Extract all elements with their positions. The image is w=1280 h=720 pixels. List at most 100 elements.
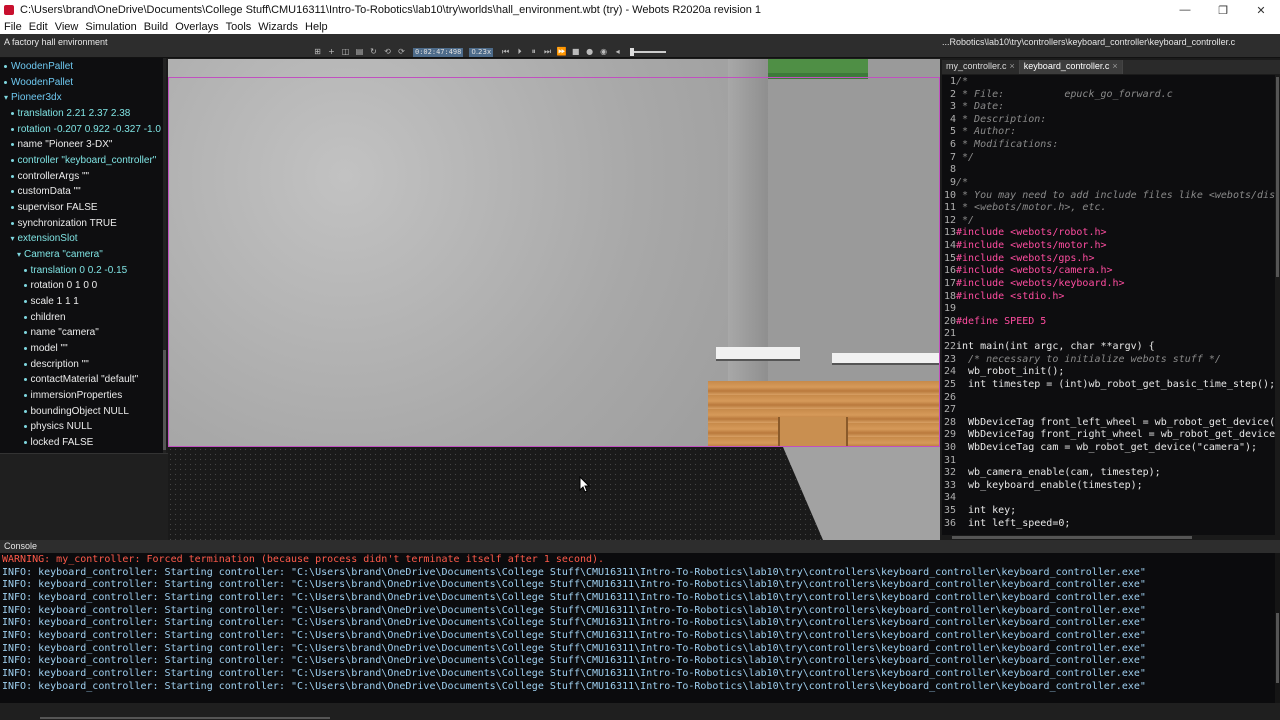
concrete-wall — [168, 59, 758, 449]
editor-tab-bar: my_controller.c × keyboard_controller.c × — [942, 60, 1280, 74]
code-text: wb_camera_enable(cam, timestep); — [956, 467, 1161, 479]
scene-tree-label: physics NULL — [30, 421, 93, 433]
expand-arrow-icon[interactable]: ▾ — [4, 90, 11, 105]
scrollbar-thumb[interactable] — [1276, 77, 1279, 277]
scene-tree-item[interactable]: rotation 0 1 0 0 — [23, 278, 97, 293]
scene-tree-scrollbar[interactable] — [163, 58, 166, 453]
3d-view[interactable] — [168, 59, 940, 540]
scene-tree-item[interactable]: controller "keyboard_controller" — [10, 153, 156, 168]
run-icon[interactable]: ⏭ — [542, 47, 553, 57]
console-hscroll-bar[interactable] — [40, 717, 330, 719]
editor-path: ...Robotics\lab10\try\controllers\keyboa… — [942, 37, 1236, 47]
line-number: 13 — [943, 227, 956, 239]
bullet-icon — [23, 378, 27, 382]
scene-tree-item[interactable]: boundingObject NULL — [23, 404, 129, 419]
add-node-icon[interactable]: + — [326, 47, 337, 57]
minimize-button[interactable]: — — [1166, 0, 1204, 20]
scene-tree-item[interactable]: rotation -0.207 0.922 -0.327 -1.0 — [10, 122, 161, 137]
menu-bar: File Edit View Simulation Build Overlays Tools… — [0, 20, 1280, 34]
code-editor[interactable]: 1/* 2 * File: epuck_go_forward.c 3 * Date:… — [942, 75, 1280, 535]
menu-item-file[interactable]: File — [4, 21, 22, 33]
menu-item-edit[interactable]: Edit — [29, 21, 48, 33]
scene-tree-label: children — [30, 311, 66, 323]
scene-tree-item[interactable]: model "" — [23, 341, 68, 356]
scene-tree-item[interactable]: name "camera" — [23, 325, 99, 340]
code-text: */ — [956, 214, 975, 226]
maximize-button[interactable]: ❐ — [1204, 0, 1242, 20]
code-text: #include <stdio.h> — [956, 290, 1065, 302]
scene-tree-item[interactable]: physics NULL — [23, 419, 93, 434]
scene-tree-item[interactable]: translation 0 0.2 -0.15 — [23, 263, 127, 278]
volume-slider[interactable] — [630, 48, 667, 56]
scene-tree-item[interactable]: ▾ Pioneer3dx — [4, 90, 62, 105]
code-text: WbDeviceTag front_left_wheel = wb_robot_… — [956, 416, 1280, 428]
expand-arrow-icon[interactable]: ▾ — [11, 231, 18, 246]
scene-tree-item[interactable]: customData "" — [10, 184, 81, 199]
menu-item-overlays[interactable]: Overlays — [175, 21, 218, 33]
scene-tree-item[interactable]: synchronization TRUE — [10, 216, 117, 231]
menu-item-simulation[interactable]: Simulation — [85, 21, 136, 33]
fast-icon[interactable]: ⏩ — [556, 47, 567, 57]
code-text: /* — [956, 76, 969, 87]
scene-tree-item[interactable]: immersionProperties — [23, 388, 122, 403]
scene-tree-item[interactable]: children — [23, 310, 66, 325]
save-world-icon[interactable]: ▤ — [354, 47, 365, 57]
scene-tree-item[interactable]: description "" — [23, 357, 89, 372]
console-line: INFO: keyboard_controller: Starting cont… — [2, 680, 1146, 692]
scene-tree-item[interactable]: ▾ Camera "camera" — [17, 247, 103, 262]
scene-tree-item[interactable]: WoodenPallet — [4, 59, 73, 74]
scene-tree-item[interactable]: name "Pioneer 3-DX" — [10, 137, 112, 152]
hide-scene-tree-icon[interactable]: ⊞ — [312, 47, 323, 57]
scene-tree-item[interactable]: supervisor FALSE — [10, 200, 98, 215]
code-text: /* — [956, 176, 969, 188]
code-line: 6 * Modifications: — [942, 138, 1058, 151]
scene-tree-item[interactable]: contactMaterial "default" — [23, 372, 138, 387]
menu-item-tools[interactable]: Tools — [226, 21, 252, 33]
scene-tree-item[interactable]: scale 1 1 1 — [23, 294, 79, 309]
reload-world-icon[interactable]: ↻ — [368, 47, 379, 57]
scene-tree-label: supervisor FALSE — [17, 202, 98, 214]
sound-icon[interactable]: ◂ — [612, 47, 623, 57]
bullet-icon — [23, 347, 27, 351]
record-icon[interactable]: ● — [584, 47, 595, 57]
code-line: 32 wb_camera_enable(cam, timestep); — [942, 466, 1161, 479]
expand-arrow-icon[interactable]: ▾ — [17, 247, 24, 262]
scene-tree-label: WoodenPallet — [11, 76, 74, 88]
scene-tree-item[interactable]: translation 2.21 2.37 2.38 — [10, 106, 130, 121]
scene-tree-item[interactable]: ▾ extensionSlot — [11, 231, 78, 246]
menu-item-wizards[interactable]: Wizards — [258, 21, 298, 33]
console-scrollbar[interactable] — [1275, 553, 1280, 703]
bullet-icon — [4, 80, 7, 84]
redo-icon[interactable]: ⟳ — [396, 47, 407, 57]
scrollbar-thumb[interactable] — [952, 536, 1192, 539]
close-tab-icon[interactable]: × — [1010, 61, 1015, 71]
editor-tab[interactable]: keyboard_controller.c × — [1019, 60, 1123, 74]
scrollbar-thumb[interactable] — [1276, 613, 1279, 683]
scrollbar-thumb[interactable] — [163, 350, 166, 450]
editor-tab[interactable]: my_controller.c × — [942, 60, 1020, 74]
pause-icon[interactable]: ⏸ — [528, 47, 539, 57]
stop-icon[interactable]: ■ — [570, 47, 581, 57]
console-output[interactable]: WARNING: my_controller: Forced terminati… — [0, 553, 1280, 703]
code-text: * Description: — [956, 113, 1047, 125]
scene-tree-item[interactable]: WoodenPallet — [4, 75, 73, 90]
scene-tree-label: controllerArgs "" — [17, 170, 90, 182]
editor-vertical-scrollbar[interactable] — [1275, 75, 1280, 535]
close-button[interactable]: ✕ — [1242, 0, 1280, 20]
screenshot-icon[interactable]: ◉ — [598, 47, 609, 57]
scene-tree-item[interactable]: locked FALSE — [23, 435, 93, 450]
bullet-icon — [10, 206, 14, 210]
reset-simulation-icon[interactable]: ⏮ — [500, 47, 511, 57]
close-tab-icon[interactable]: × — [1112, 61, 1117, 71]
undo-icon[interactable]: ⟲ — [382, 47, 393, 57]
line-number: 12 — [943, 214, 956, 226]
scene-tree-item[interactable]: controllerArgs "" — [10, 169, 90, 184]
code-line: 4 * Description: — [942, 113, 1046, 126]
step-icon[interactable]: ⏵ — [514, 47, 525, 57]
menu-item-build[interactable]: Build — [144, 21, 168, 33]
menu-item-help[interactable]: Help — [305, 21, 328, 33]
code-line: 28 WbDeviceTag front_left_wheel = wb_rob… — [942, 416, 1280, 429]
code-text: int left_speed=0; — [956, 517, 1071, 529]
menu-item-view[interactable]: View — [55, 21, 79, 33]
open-world-icon[interactable]: ◫ — [340, 47, 351, 57]
